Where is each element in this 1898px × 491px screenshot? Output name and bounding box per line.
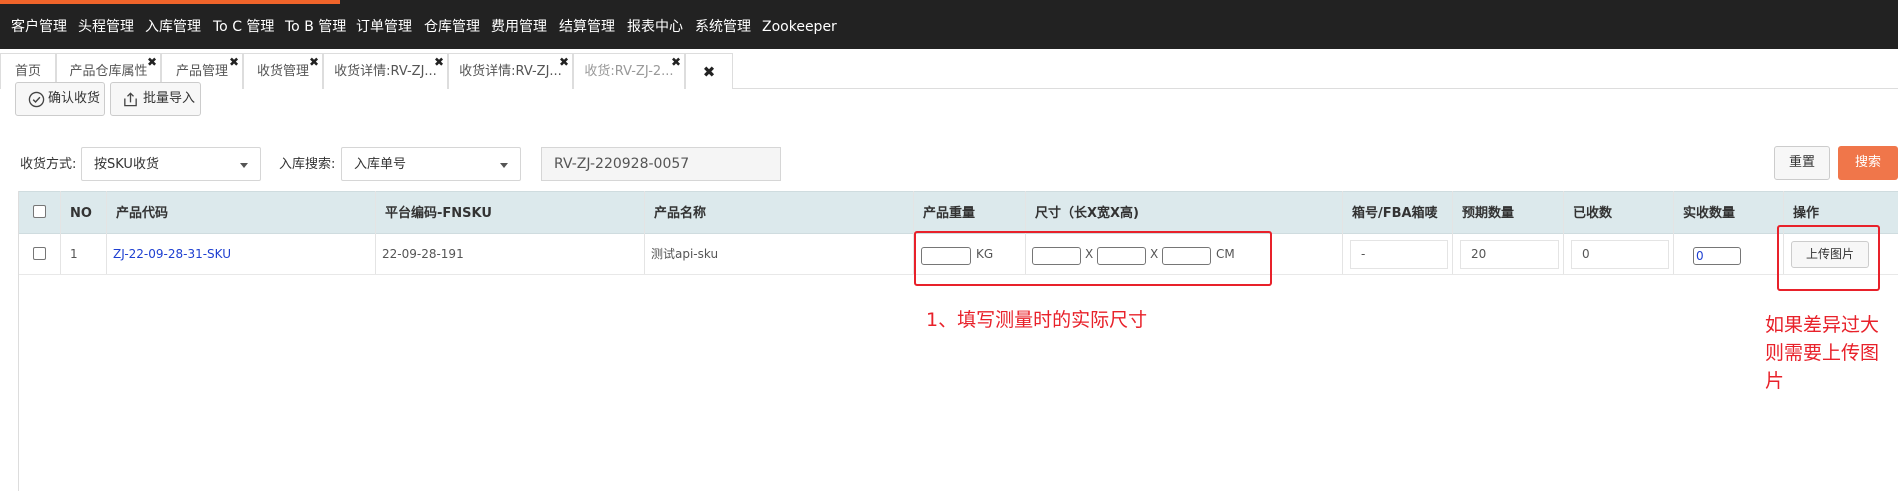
size-highlight-box [914,231,1272,286]
nav-item-reports[interactable]: 报表中心 [627,17,683,37]
nav-item-toc[interactable]: To C 管理 [213,17,274,37]
product-code-link[interactable]: ZJ-22-09-28-31-SKU [113,234,231,275]
tab-label: 产品管理 [175,64,228,79]
cell-product-name: 测试api-sku [651,247,719,261]
header-expected-qty: 预期数量 [1462,206,1515,221]
tab-close-icon[interactable]: ✖ [147,55,157,69]
confirm-receipt-label: 确认收货 [48,91,101,106]
search-type-value: 入库单号 [354,157,407,172]
receive-method-label: 收货方式: [20,157,77,172]
tab-label: 产品仓库属性 [69,64,148,79]
tab-close-icon[interactable]: ✖ [559,55,569,69]
upload-note-line: 如果差异过大 [1765,314,1880,336]
tab-close-icon[interactable]: ✖ [434,55,444,69]
upload-note-line: 片 [1765,370,1785,392]
actual-qty-input[interactable] [1693,247,1741,265]
nav-item-warehouse[interactable]: 仓库管理 [424,17,480,37]
size-instruction-note: 1、填写测量时的实际尺寸 [926,309,1148,331]
nav-item-orders[interactable]: 订单管理 [356,17,412,37]
nav-item-settlement[interactable]: 结算管理 [559,17,615,37]
header-weight: 产品重量 [923,206,976,221]
check-circle-icon [28,91,45,108]
close-all-tabs-button[interactable]: ✖ [685,53,733,89]
header-size: 尺寸（长X宽X高) [1035,206,1139,221]
tab-receiving-active[interactable]: 收货:RV-ZJ-2... ✖ [573,53,685,89]
tab-close-icon[interactable]: ✖ [671,55,681,69]
tab-label: 收货管理 [256,64,309,79]
search-button[interactable]: 搜索 [1838,146,1898,180]
chevron-down-icon [500,163,508,168]
batch-import-label: 批量导入 [143,91,196,106]
tab-label: 首页 [14,64,41,79]
nav-item-system[interactable]: 系统管理 [695,17,751,37]
tab-receiving-detail-2[interactable]: 收货详情:RV-ZJ... ✖ [448,53,573,89]
tab-close-icon[interactable]: ✖ [229,55,239,69]
tab-bar: 首页 产品仓库属性 ✖ 产品管理 ✖ 收货管理 ✖ 收货详情:RV-ZJ... ✖ 收货… [0,53,1898,89]
batch-import-button[interactable]: 批量导入 [110,82,201,116]
tab-receiving-management[interactable]: 收货管理 ✖ [243,53,323,89]
header-product-name: 产品名称 [654,206,707,221]
tab-label: 收货:RV-ZJ-2... [584,64,674,79]
header-product-code: 产品代码 [116,206,169,221]
top-navigation: 客户管理 头程管理 入库管理 To C 管理 To B 管理 订单管理 仓库管理… [0,0,1898,49]
header-received-qty: 已收数 [1573,206,1613,221]
header-actual-qty: 实收数量 [1683,206,1736,221]
row-checkbox[interactable] [33,247,46,260]
header-fnsku: 平台编码-FNSKU [385,206,492,221]
close-icon: ✖ [702,63,716,81]
header-box-no: 箱号/FBA箱唛 [1352,206,1438,221]
cell-no: 1 [70,247,78,261]
table-header: NO 产品代码 平台编码-FNSKU 产品名称 产品重量 尺寸（长X宽X高) 箱… [19,191,1898,234]
confirm-receipt-button[interactable]: 确认收货 [15,82,105,116]
nav-item-fees[interactable]: 费用管理 [491,17,547,37]
tab-receiving-detail-1[interactable]: 收货详情:RV-ZJ... ✖ [323,53,448,89]
nav-item-first-leg[interactable]: 头程管理 [78,17,134,37]
received-qty-field: 0 [1571,240,1669,269]
receive-method-select[interactable]: 按SKU收货 [81,147,261,181]
inbound-search-label: 入库搜索: [279,157,336,172]
reset-button[interactable]: 重置 [1774,146,1830,180]
tab-label: 收货详情:RV-ZJ... [459,64,562,79]
nav-accent-bar [0,0,340,4]
inbound-number-input[interactable] [541,147,781,181]
tab-close-icon[interactable]: ✖ [309,55,319,69]
search-type-select[interactable]: 入库单号 [341,147,521,181]
upload-note-line: 则需要上传图 [1765,342,1880,364]
tab-label: 收货详情:RV-ZJ... [334,64,437,79]
nav-item-customer[interactable]: 客户管理 [11,17,67,37]
header-no: NO [70,206,92,221]
expected-qty-field: 20 [1460,240,1559,269]
nav-item-tob[interactable]: To B 管理 [285,17,346,37]
box-no-field: - [1350,240,1448,269]
chevron-down-icon [240,163,248,168]
select-all-checkbox[interactable] [33,205,46,218]
nav-item-inbound[interactable]: 入库管理 [145,17,201,37]
nav-item-zookeeper[interactable]: Zookeeper [762,17,837,37]
upload-instruction-note: 如果差异过大 则需要上传图 片 [1765,311,1898,395]
receive-method-value: 按SKU收货 [94,157,159,172]
upload-icon [124,92,137,107]
cell-fnsku: 22-09-28-191 [382,247,464,261]
upload-highlight-box [1777,225,1880,291]
